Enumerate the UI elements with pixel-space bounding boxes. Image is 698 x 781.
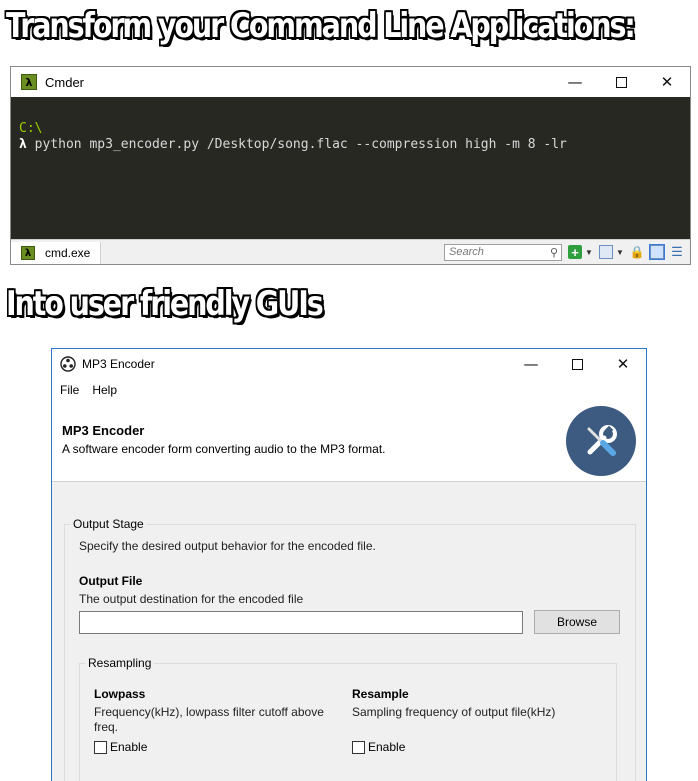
cmder-logo-icon: λ	[21, 74, 37, 90]
cmder-title: Cmder	[45, 74, 85, 90]
new-console-dropdown-icon[interactable]: ▼	[585, 245, 593, 259]
console-path: C:\	[19, 121, 43, 136]
wrench-screwdriver-icon	[587, 425, 617, 456]
encoder-titlebar: MP3 Encoder — ✕	[52, 349, 646, 379]
cmder-window: λ Cmder — ✕ C:\ λ python mp3_encoder.py …	[10, 66, 691, 265]
minimize-button[interactable]: —	[552, 67, 598, 97]
menu-bar: File Help	[52, 379, 646, 401]
console-command-line: λ python mp3_encoder.py /Desktop/song.fl…	[19, 137, 682, 153]
tab-label: cmd.exe	[45, 246, 91, 260]
tools-icon	[566, 406, 636, 476]
header-subtitle: A software encoder form converting audio…	[62, 442, 386, 456]
maximize-button[interactable]	[598, 67, 644, 97]
header-title: MP3 Encoder	[62, 423, 145, 438]
tab-lambda-icon: λ	[21, 246, 35, 260]
hamburger-menu-icon[interactable]: ☰	[670, 244, 684, 259]
output-file-label: Output File	[79, 574, 143, 588]
resample-label: Resample	[352, 687, 409, 701]
console-tab[interactable]: λ cmd.exe	[11, 242, 102, 264]
output-file-help: The output destination for the encoded f…	[79, 592, 304, 606]
maximize-button[interactable]	[554, 349, 600, 379]
menu-file[interactable]: File	[55, 383, 84, 397]
checkbox-box[interactable]	[352, 740, 365, 754]
resampling-legend: Resampling	[85, 656, 155, 670]
encoder-title: MP3 Encoder	[82, 357, 155, 371]
search-input[interactable]: Search ⚲	[444, 243, 562, 261]
checkbox-label: Enable	[110, 740, 148, 754]
lowpass-enable-checkbox[interactable]: Enable	[94, 740, 147, 754]
mp3-encoder-window: MP3 Encoder — ✕ File Help MP3 Encoder A …	[51, 348, 647, 781]
search-placeholder: Search	[449, 246, 484, 258]
cmder-window-controls: — ✕	[552, 67, 690, 97]
cmder-statusbar: λ cmd.exe Search ⚲ + ▼ ▼ 🔒 ☰	[11, 239, 690, 264]
encoder-window-controls: — ✕	[508, 349, 646, 379]
output-stage-description: Specify the desired output behavior for …	[79, 539, 376, 553]
lock-icon[interactable]: 🔒	[630, 245, 645, 259]
resampling-group: Resampling Lowpass Frequency(kHz), lowpa…	[79, 656, 617, 781]
panel-view-dropdown-icon[interactable]: ▼	[616, 245, 624, 259]
film-reel-icon	[60, 356, 76, 372]
lowpass-label: Lowpass	[94, 687, 146, 701]
console-command: python mp3_encoder.py /Desktop/song.flac…	[26, 137, 567, 152]
encoder-header: MP3 Encoder A software encoder form conv…	[52, 401, 646, 482]
close-button[interactable]: ✕	[644, 67, 690, 97]
cmder-titlebar: λ Cmder — ✕	[11, 67, 690, 97]
maximize-icon	[571, 358, 583, 370]
menu-help[interactable]: Help	[87, 383, 122, 397]
console-area[interactable]: C:\ λ python mp3_encoder.py /Desktop/son…	[11, 97, 690, 241]
split-view-button[interactable]	[649, 244, 665, 260]
output-stage-legend: Output Stage	[70, 517, 147, 531]
checkbox-label: Enable	[368, 740, 406, 754]
output-stage-group: Output Stage Specify the desired output …	[64, 517, 636, 781]
panel-view-button[interactable]	[599, 245, 613, 259]
new-console-button[interactable]: +	[568, 245, 582, 260]
headline-top: Transform your Command Line Applications…	[6, 6, 636, 46]
close-button[interactable]: ✕	[600, 349, 646, 379]
headline-bottom: Into user friendly GUIs	[6, 284, 324, 324]
search-icon: ⚲	[549, 246, 558, 259]
maximize-icon	[615, 76, 627, 88]
browse-button[interactable]: Browse	[534, 610, 620, 634]
lowpass-help: Frequency(kHz), lowpass filter cutoff ab…	[94, 705, 324, 734]
resample-help: Sampling frequency of output file(kHz)	[352, 705, 556, 719]
prompt-lambda: λ	[19, 137, 27, 152]
resample-enable-checkbox[interactable]: Enable	[352, 740, 405, 754]
output-file-input[interactable]	[79, 611, 523, 634]
minimize-button[interactable]: —	[508, 349, 554, 379]
checkbox-box[interactable]	[94, 740, 107, 754]
